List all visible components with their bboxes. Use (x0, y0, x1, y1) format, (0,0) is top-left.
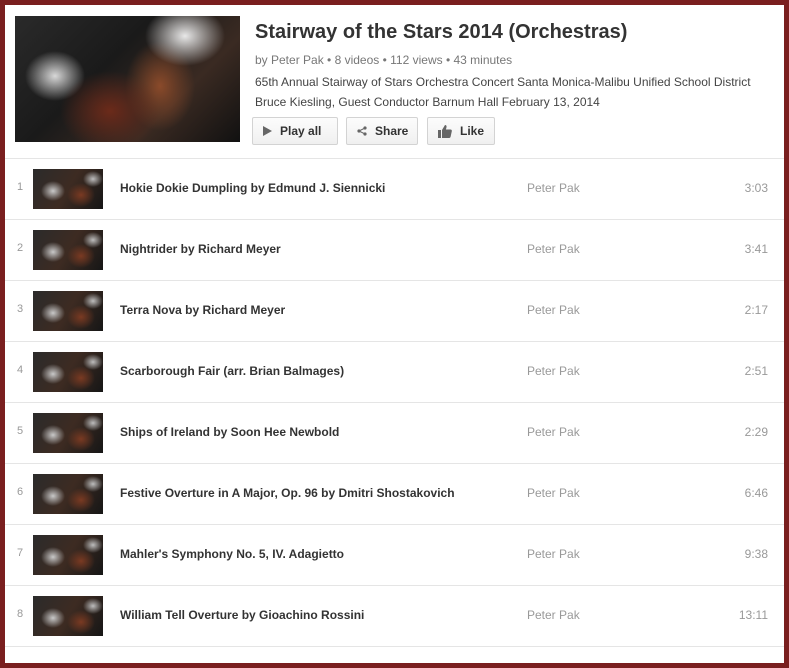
video-thumbnail[interactable] (33, 474, 103, 514)
video-row[interactable]: 1 Hokie Dokie Dumpling by Edmund J. Sien… (5, 158, 784, 219)
video-index: 2 (16, 242, 24, 254)
video-index: 5 (16, 425, 24, 437)
share-button[interactable]: Share (346, 117, 418, 145)
video-duration: 3:03 (744, 181, 768, 195)
video-owner[interactable]: Peter Pak (527, 303, 580, 317)
video-title[interactable]: Nightrider by Richard Meyer (120, 242, 281, 256)
video-title[interactable]: Mahler's Symphony No. 5, IV. Adagietto (120, 547, 344, 561)
video-title[interactable]: Ships of Ireland by Soon Hee Newbold (120, 425, 339, 439)
video-row[interactable]: 7 Mahler's Symphony No. 5, IV. Adagietto… (5, 524, 784, 585)
video-owner[interactable]: Peter Pak (527, 181, 580, 195)
video-row[interactable]: 4 Scarborough Fair (arr. Brian Balmages)… (5, 341, 784, 402)
playlist-title[interactable]: Stairway of the Stars 2014 (Orchestras) (255, 21, 627, 44)
video-title[interactable]: Terra Nova by Richard Meyer (120, 303, 285, 317)
video-thumbnail[interactable] (33, 169, 103, 209)
video-owner[interactable]: Peter Pak (527, 608, 580, 622)
video-duration: 2:29 (744, 425, 768, 439)
video-owner[interactable]: Peter Pak (527, 242, 580, 256)
video-thumbnail[interactable] (33, 413, 103, 453)
video-thumbnail[interactable] (33, 230, 103, 270)
video-owner[interactable]: Peter Pak (527, 486, 580, 500)
share-icon (357, 126, 367, 136)
video-row[interactable]: 8 William Tell Overture by Gioachino Ros… (5, 585, 784, 646)
video-thumbnail[interactable] (33, 291, 103, 331)
video-index: 3 (16, 303, 24, 315)
video-index: 6 (16, 486, 24, 498)
playlist-header: Stairway of the Stars 2014 (Orchestras) … (5, 5, 784, 158)
video-title[interactable]: Hokie Dokie Dumpling by Edmund J. Sienni… (120, 181, 385, 195)
thumbs-up-icon (438, 124, 452, 138)
share-label: Share (375, 124, 409, 138)
video-duration: 9:38 (744, 547, 768, 561)
video-thumbnail[interactable] (33, 596, 103, 636)
video-duration: 2:51 (744, 364, 768, 378)
like-button[interactable]: Like (427, 117, 495, 145)
video-row[interactable]: 2 Nightrider by Richard Meyer Peter Pak … (5, 219, 784, 280)
video-duration: 6:46 (744, 486, 768, 500)
play-all-label: Play all (280, 124, 322, 138)
playlist-cover-thumbnail[interactable] (15, 16, 240, 142)
video-thumbnail[interactable] (33, 352, 103, 392)
video-duration: 2:17 (744, 303, 768, 317)
video-list: 1 Hokie Dokie Dumpling by Edmund J. Sien… (5, 158, 784, 647)
video-owner[interactable]: Peter Pak (527, 364, 580, 378)
video-row[interactable]: 3 Terra Nova by Richard Meyer Peter Pak … (5, 280, 784, 341)
like-label: Like (460, 124, 485, 138)
description-line: 65th Annual Stairway of Stars Orchestra … (255, 75, 751, 89)
video-title[interactable]: Scarborough Fair (arr. Brian Balmages) (120, 364, 344, 378)
video-index: 7 (16, 547, 24, 559)
play-all-button[interactable]: Play all (252, 117, 338, 145)
video-duration: 13:11 (738, 608, 768, 622)
video-row[interactable]: 5 Ships of Ireland by Soon Hee Newbold P… (5, 402, 784, 463)
video-owner[interactable]: Peter Pak (527, 425, 580, 439)
video-row[interactable]: 6 Festive Overture in A Major, Op. 96 by… (5, 463, 784, 524)
list-divider (5, 646, 784, 647)
video-title[interactable]: Festive Overture in A Major, Op. 96 by D… (120, 486, 455, 500)
video-owner[interactable]: Peter Pak (527, 547, 580, 561)
description-line: Bruce Kiesling, Guest Conductor Barnum H… (255, 95, 600, 109)
video-index: 8 (16, 608, 24, 620)
video-duration: 3:41 (744, 242, 768, 256)
video-title[interactable]: William Tell Overture by Gioachino Rossi… (120, 608, 364, 622)
video-index: 4 (16, 364, 24, 376)
playlist-description: 65th Annual Stairway of Stars Orchestra … (255, 72, 775, 112)
playlist-meta: by Peter Pak • 8 videos • 112 views • 43… (255, 53, 513, 67)
video-index: 1 (16, 181, 24, 193)
video-thumbnail[interactable] (33, 535, 103, 575)
playlist-page: Stairway of the Stars 2014 (Orchestras) … (5, 5, 784, 663)
play-icon (263, 126, 272, 136)
